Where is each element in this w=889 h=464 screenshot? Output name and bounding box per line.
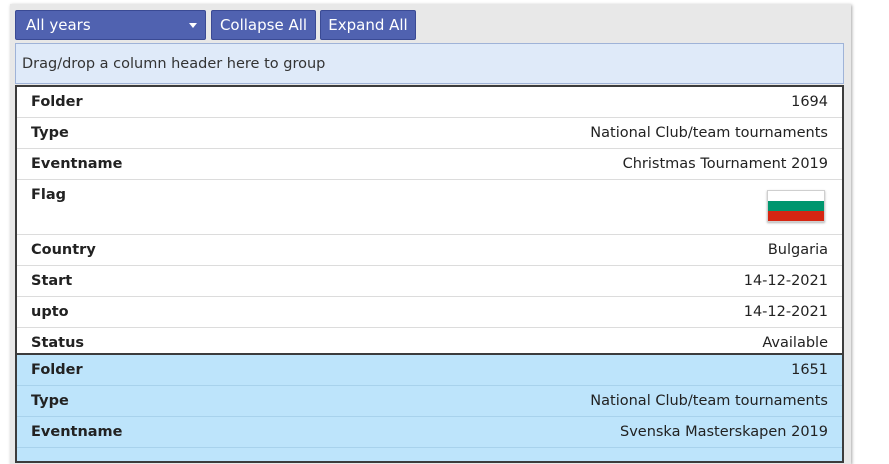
field-label: Type bbox=[31, 125, 69, 141]
flag-row: Flag bbox=[17, 180, 842, 235]
folder-row: Folder 1694 bbox=[17, 87, 842, 118]
start-value: 14-12-2021 bbox=[743, 273, 828, 289]
record-card[interactable]: Folder 1694 Type National Club/team tour… bbox=[15, 85, 844, 360]
field-label: upto bbox=[31, 304, 69, 320]
collapse-all-button[interactable]: Collapse All bbox=[211, 10, 316, 40]
eventname-value: Christmas Tournament 2019 bbox=[622, 156, 828, 172]
field-label: Folder bbox=[31, 362, 83, 378]
folder-value: 1694 bbox=[791, 94, 828, 110]
folder-value: 1651 bbox=[791, 362, 828, 378]
group-by-drop-area[interactable]: Drag/drop a column header here to group bbox=[15, 43, 844, 84]
expand-all-button[interactable]: Expand All bbox=[320, 10, 416, 40]
eventname-row: Eventname Svenska Masterskapen 2019 bbox=[17, 417, 842, 448]
bulgaria-flag-icon bbox=[767, 190, 825, 222]
field-label: Eventname bbox=[31, 424, 123, 440]
type-value: National Club/team tournaments bbox=[590, 125, 828, 141]
eventname-row: Eventname Christmas Tournament 2019 bbox=[17, 149, 842, 180]
caret-down-icon bbox=[189, 23, 197, 28]
field-label: Flag bbox=[31, 187, 67, 203]
type-row: Type National Club/team tournaments bbox=[17, 386, 842, 417]
country-value: Bulgaria bbox=[767, 242, 828, 258]
field-label: Eventname bbox=[31, 156, 123, 172]
upto-row: upto 14-12-2021 bbox=[17, 297, 842, 328]
upto-value: 14-12-2021 bbox=[743, 304, 828, 320]
flag-stripe bbox=[768, 211, 824, 221]
field-label: Country bbox=[31, 242, 96, 258]
grid-panel: All years Collapse All Expand All Drag/d… bbox=[10, 4, 851, 464]
type-value: National Club/team tournaments bbox=[590, 393, 828, 409]
field-label: Type bbox=[31, 393, 69, 409]
folder-row: Folder 1651 bbox=[17, 355, 842, 386]
year-filter-value: All years bbox=[26, 16, 91, 34]
field-label: Start bbox=[31, 273, 73, 289]
flag-stripe bbox=[768, 201, 824, 211]
record-card-selected[interactable]: Folder 1651 Type National Club/team tour… bbox=[15, 353, 844, 463]
flag-stripe bbox=[768, 191, 824, 201]
year-filter-dropdown[interactable]: All years bbox=[15, 10, 206, 40]
eventname-value: Svenska Masterskapen 2019 bbox=[619, 424, 828, 440]
type-row: Type National Club/team tournaments bbox=[17, 118, 842, 149]
field-label: Folder bbox=[31, 94, 83, 110]
start-row: Start 14-12-2021 bbox=[17, 266, 842, 297]
country-row: Country Bulgaria bbox=[17, 235, 842, 266]
